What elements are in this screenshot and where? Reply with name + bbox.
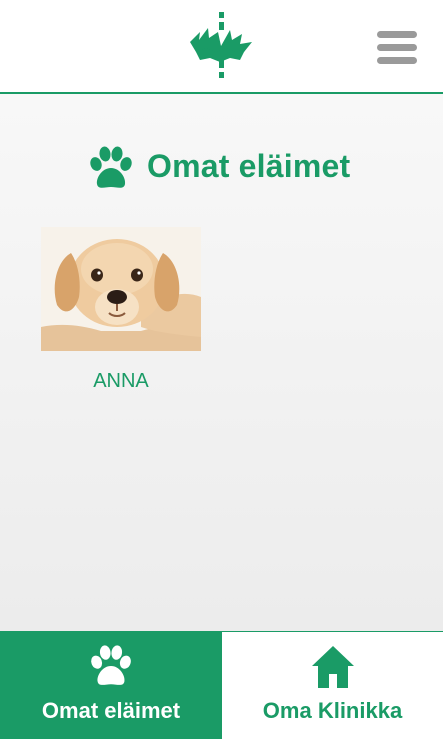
pet-name: ANNA <box>93 370 149 392</box>
paw-icon <box>90 146 132 188</box>
pet-photo <box>41 227 201 351</box>
app-header <box>0 0 443 94</box>
home-icon <box>312 646 354 688</box>
page-heading: Omat eläimet <box>0 144 443 192</box>
university-logo-icon <box>190 12 252 78</box>
menu-bar <box>377 31 417 38</box>
menu-bar <box>377 57 417 64</box>
nav-label: Omat eläimet <box>41 698 181 723</box>
main-content: Omat eläimet ANNA <box>0 94 443 631</box>
bottom-navigation: Omat eläimet Oma Klinikka <box>0 631 443 739</box>
nav-label: Oma Klinikka <box>262 698 403 723</box>
menu-button[interactable] <box>374 28 420 68</box>
paw-icon <box>91 645 131 685</box>
nav-omat-elaimet[interactable]: Omat eläimet <box>0 632 222 739</box>
menu-bar <box>377 44 417 51</box>
pet-card[interactable]: ANNA <box>41 227 201 392</box>
nav-oma-klinikka[interactable]: Oma Klinikka <box>222 632 443 739</box>
page-title: Omat eläimet <box>147 148 351 184</box>
